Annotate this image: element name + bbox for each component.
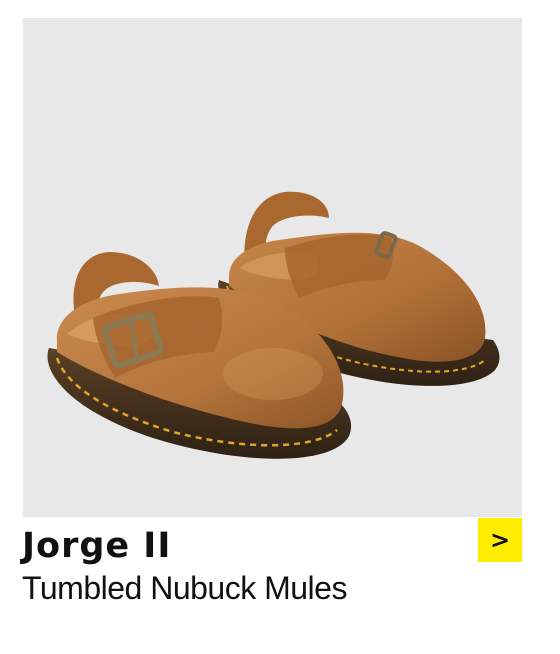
- next-arrow-button[interactable]: >: [478, 518, 522, 562]
- product-title[interactable]: Jorge II: [22, 524, 171, 568]
- product-description: Tumbled Nubuck Mules: [22, 570, 347, 606]
- product-card[interactable]: Jorge II Tumbled Nubuck Mules >: [0, 0, 560, 654]
- shoe-illustration: [47, 191, 500, 459]
- chevron-right-icon: >: [489, 526, 511, 554]
- product-image[interactable]: [23, 18, 522, 517]
